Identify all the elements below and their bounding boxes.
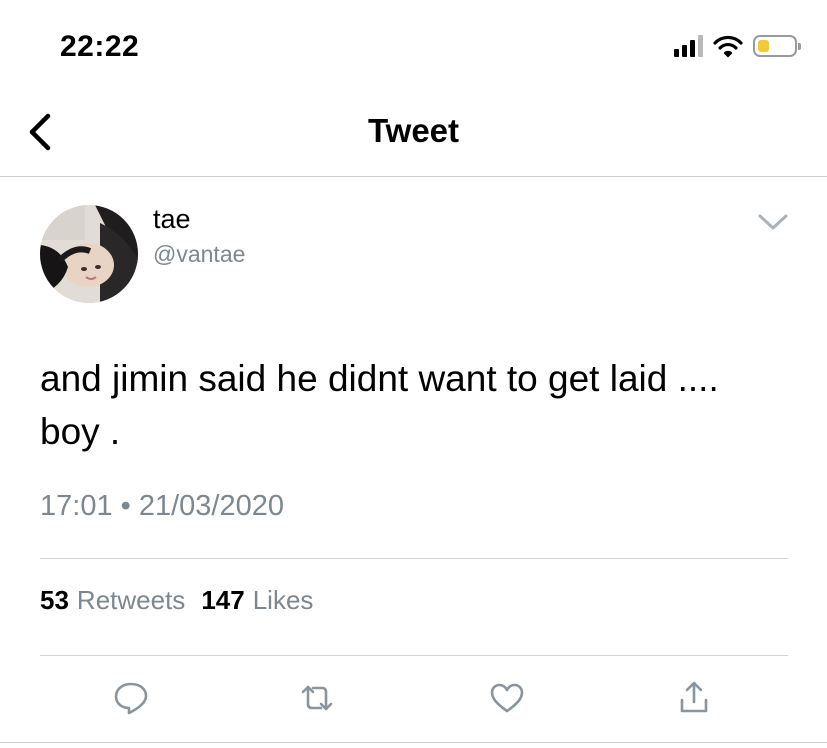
bottom-divider: [0, 742, 827, 743]
tweet-detail-screen: 22:22 Tweet tae @vantae and jimin said h…: [0, 0, 827, 748]
retweet-icon[interactable]: [299, 680, 335, 716]
heart-icon[interactable]: [489, 680, 525, 716]
status-time: 22:22: [60, 30, 140, 63]
cellular-signal-icon: [674, 35, 703, 57]
retweets-label[interactable]: Retweets: [77, 585, 185, 616]
author-handle[interactable]: @vantae: [153, 241, 245, 268]
avatar-photo: [40, 205, 138, 303]
tweet-date: 21/03/2020: [138, 490, 285, 522]
retweets-count[interactable]: 53: [40, 585, 69, 616]
battery-fill: [758, 40, 769, 52]
tweet-stats: 53 Retweets 147 Likes: [40, 585, 321, 616]
reply-icon[interactable]: [113, 680, 149, 716]
page-title: Tweet: [367, 112, 460, 149]
likes-label[interactable]: Likes: [253, 585, 314, 616]
tweet-time: 17:01: [40, 490, 113, 522]
chevron-down-icon[interactable]: [757, 212, 789, 232]
likes-count[interactable]: 147: [201, 585, 244, 616]
wifi-icon: [713, 35, 743, 58]
tweet-timestamp: 17:01 • 21/03/2020: [40, 490, 284, 523]
battery-icon: [753, 35, 801, 57]
stats-bottom-divider: [40, 655, 788, 656]
share-icon[interactable]: [676, 680, 712, 716]
status-icons: [674, 34, 801, 58]
tweet-text: and jimin said he didnt want to get laid…: [40, 358, 719, 452]
avatar[interactable]: [40, 205, 138, 303]
meta-separator: •: [120, 490, 131, 522]
stats-top-divider: [40, 558, 788, 559]
author-name[interactable]: tae: [153, 204, 191, 235]
nav-divider: [0, 176, 827, 177]
